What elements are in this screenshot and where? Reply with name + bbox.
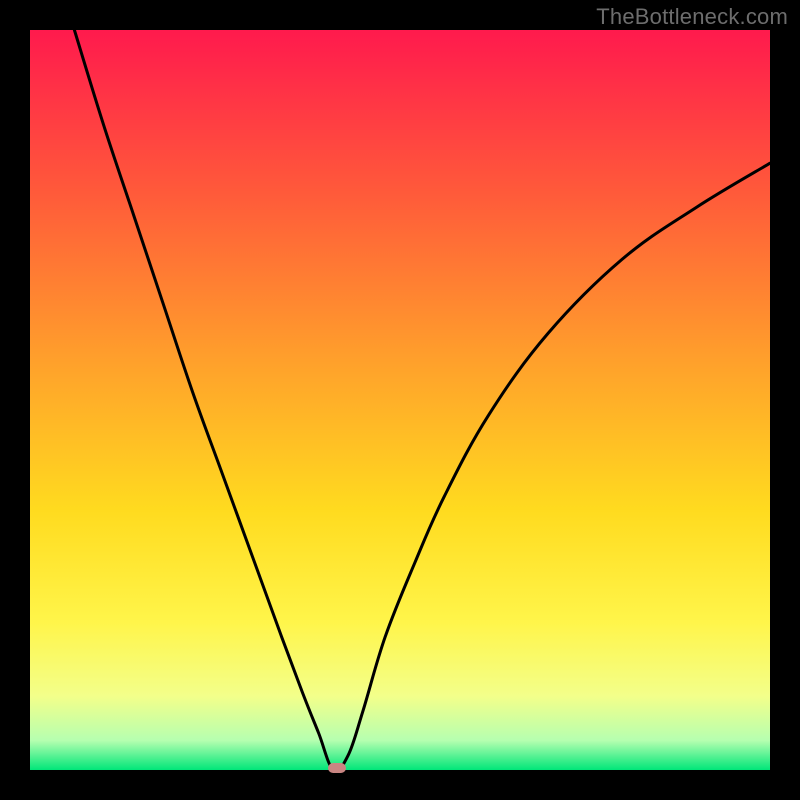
minimum-marker (328, 763, 346, 773)
watermark-label: TheBottleneck.com (596, 4, 788, 30)
curve-path (74, 30, 770, 771)
chart-frame: TheBottleneck.com (0, 0, 800, 800)
bottleneck-curve (30, 30, 770, 770)
